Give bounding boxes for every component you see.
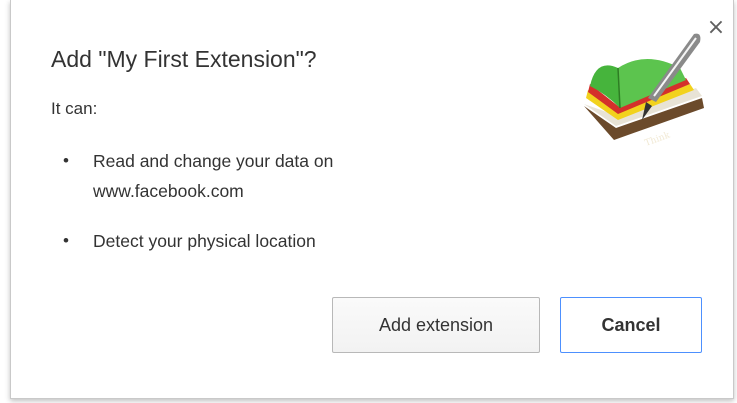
permission-item: • Read and change your data on www.faceb… [63,146,423,206]
dialog-title: Add "My First Extension"? [51,46,317,72]
cancel-button[interactable]: Cancel [560,297,702,353]
permission-text-line: Read and change your data on [93,151,334,171]
permission-text-line: Detect your physical location [93,231,316,251]
bullet-icon: • [63,151,69,170]
bullet-icon: • [63,231,69,250]
add-extension-button[interactable]: Add extension [332,297,540,353]
permissions-list: • Read and change your data on www.faceb… [63,146,423,276]
permission-item: • Detect your physical location [63,226,423,256]
extension-install-dialog: × Add "My First Extension"? It can: • Re… [10,0,734,399]
icon-label-text: Think [644,130,672,148]
extension-book-quill-icon: Think [584,33,704,149]
permission-text-line: www.facebook.com [93,181,244,201]
permissions-intro: It can: [51,99,98,118]
